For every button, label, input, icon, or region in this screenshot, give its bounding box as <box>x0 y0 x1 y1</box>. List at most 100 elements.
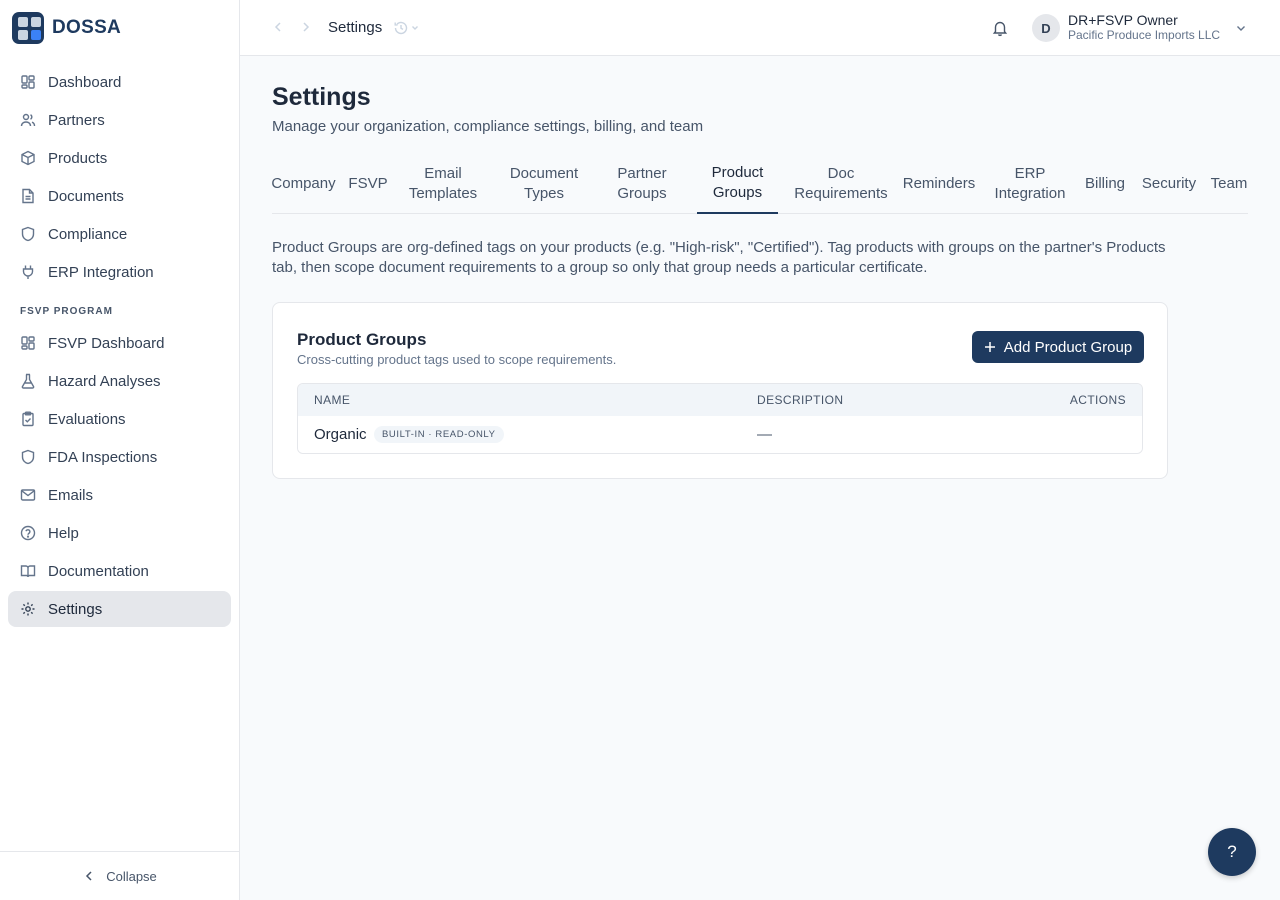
users-icon <box>20 112 36 128</box>
box-icon <box>20 150 36 166</box>
brand-name: DOSSA <box>52 17 122 38</box>
book-icon <box>20 563 36 579</box>
column-header-actions: ACTIONS <box>1069 393 1126 407</box>
sidebar-item-label: ERP Integration <box>48 263 154 281</box>
forward-arrow-icon[interactable] <box>299 20 313 34</box>
mail-icon <box>20 487 36 503</box>
tab-team[interactable]: Team <box>1210 154 1248 214</box>
sidebar-item-label: Help <box>48 524 79 542</box>
grid-icon <box>20 335 36 351</box>
sidebar-item-dashboard[interactable]: Dashboard <box>8 64 231 100</box>
product-groups-table: NAME DESCRIPTION ACTIONS Organic BUILT-I… <box>297 383 1143 454</box>
card-subtitle: Cross-cutting product tags used to scope… <box>297 352 617 367</box>
sidebar-item-partners[interactable]: Partners <box>8 102 231 138</box>
brand-logo-icon <box>12 12 44 44</box>
tab-label: Billing <box>1084 175 1126 192</box>
sidebar-item-label: FSVP Dashboard <box>48 334 165 352</box>
top-bar: Settings D DR+FSVP Owner Pacific Produce… <box>240 0 1280 56</box>
tab-label: Email Templates <box>408 165 478 202</box>
sidebar-item-settings[interactable]: Settings <box>8 591 231 627</box>
avatar[interactable]: D <box>1032 14 1060 42</box>
product-groups-card: Product Groups Cross-cutting product tag… <box>272 302 1168 479</box>
shield-icon <box>20 449 36 465</box>
tab-label: Team <box>1210 175 1248 192</box>
user-org: Pacific Produce Imports LLC <box>1068 28 1221 42</box>
help-circle-icon <box>20 525 36 541</box>
tab-label: Reminders <box>902 175 976 192</box>
card-title: Product Groups <box>297 330 427 349</box>
file-icon <box>20 188 36 204</box>
user-name: DR+FSVP Owner <box>1068 12 1178 28</box>
sidebar-item-fsvp-dashboard[interactable]: FSVP Dashboard <box>8 325 231 361</box>
sidebar-item-label: FDA Inspections <box>48 448 158 466</box>
tab-company[interactable]: Company <box>271 154 336 214</box>
sidebar-nav: Dashboard Partners Products Documents Co… <box>0 56 239 627</box>
sidebar-item-label: Evaluations <box>48 410 126 428</box>
add-button-label: Add Product Group <box>1003 338 1133 356</box>
sidebar: DOSSA Dashboard Partners Products Docume… <box>0 0 240 900</box>
brand[interactable]: DOSSA <box>0 0 239 56</box>
intro-text: Product Groups are org-defined tags on y… <box>272 239 1166 276</box>
tab-label: Doc Requirements <box>794 165 888 202</box>
sidebar-item-products[interactable]: Products <box>8 140 231 176</box>
sidebar-item-label: Hazard Analyses <box>48 372 161 390</box>
sidebar-item-label: Settings <box>48 600 103 618</box>
table-header: NAME DESCRIPTION ACTIONS <box>298 384 1142 416</box>
tab-label: Security <box>1141 175 1197 192</box>
back-arrow-icon[interactable] <box>271 20 285 34</box>
flask-icon <box>20 373 36 389</box>
tab-label: Document Types <box>509 165 579 202</box>
tab-reminders[interactable]: Reminders <box>902 154 976 214</box>
grid-icon <box>20 74 36 90</box>
tab-document-types[interactable]: Document Types <box>502 154 586 214</box>
bell-icon[interactable] <box>991 19 1009 37</box>
tab-product-groups[interactable]: Product Groups <box>697 154 778 214</box>
chevron-left-icon <box>82 869 96 883</box>
breadcrumb-title: Settings <box>328 19 383 36</box>
sidebar-item-evaluations[interactable]: Evaluations <box>8 401 231 437</box>
chevron-down-icon[interactable] <box>1235 22 1247 34</box>
tab-fsvp[interactable]: FSVP <box>348 154 388 214</box>
sidebar-item-label: Emails <box>48 486 94 504</box>
group-description: — <box>757 426 772 443</box>
add-product-group-button[interactable]: Add Product Group <box>972 331 1144 363</box>
sidebar-item-emails[interactable]: Emails <box>8 477 231 513</box>
tab-erp-integration[interactable]: ERP Integration <box>990 154 1070 214</box>
column-header-name: NAME <box>314 393 351 407</box>
collapse-button[interactable]: Collapse <box>0 851 239 900</box>
status-badge: BUILT-IN · READ-ONLY <box>374 426 504 443</box>
gear-icon <box>20 601 36 617</box>
tab-billing[interactable]: Billing <box>1083 154 1127 214</box>
history-icon[interactable] <box>393 20 421 36</box>
sidebar-item-help[interactable]: Help <box>8 515 231 551</box>
tab-security[interactable]: Security <box>1139 154 1199 214</box>
sidebar-item-label: Dashboard <box>48 73 122 91</box>
user-menu[interactable]: DR+FSVP Owner Pacific Produce Imports LL… <box>1068 12 1220 43</box>
sidebar-item-label: Products <box>48 149 108 167</box>
sidebar-item-compliance[interactable]: Compliance <box>8 216 231 252</box>
sidebar-item-hazard-analyses[interactable]: Hazard Analyses <box>8 363 231 399</box>
page-subtitle: Manage your organization, compliance set… <box>272 118 704 135</box>
tab-partner-groups[interactable]: Partner Groups <box>607 154 677 214</box>
table-row[interactable]: Organic BUILT-IN · READ-ONLY — <box>298 416 1142 453</box>
tab-doc-requirements[interactable]: Doc Requirements <box>793 154 889 214</box>
shield-icon <box>20 226 36 242</box>
tab-label: ERP Integration <box>994 165 1066 202</box>
sidebar-section-fsvp: FSVP PROGRAM <box>20 306 113 317</box>
sidebar-item-documents[interactable]: Documents <box>8 178 231 214</box>
sidebar-item-label: Documents <box>48 187 124 205</box>
sidebar-item-erp-integration[interactable]: ERP Integration <box>8 254 231 290</box>
collapse-label: Collapse <box>106 868 157 884</box>
sidebar-item-fda-inspections[interactable]: FDA Inspections <box>8 439 231 475</box>
sidebar-item-documentation[interactable]: Documentation <box>8 553 231 589</box>
tab-label: Company <box>271 175 336 192</box>
sidebar-item-label: Partners <box>48 111 105 129</box>
clipboard-icon <box>20 411 36 427</box>
tab-label: FSVP <box>348 175 388 192</box>
tab-email-templates[interactable]: Email Templates <box>403 154 483 214</box>
help-fab-button[interactable]: ? <box>1208 828 1256 876</box>
tab-label: Product Groups <box>711 164 764 201</box>
sidebar-item-label: Compliance <box>48 225 128 243</box>
sidebar-item-label: Documentation <box>48 562 149 580</box>
settings-tabs: Company FSVP Email Templates Document Type… <box>271 154 1248 214</box>
